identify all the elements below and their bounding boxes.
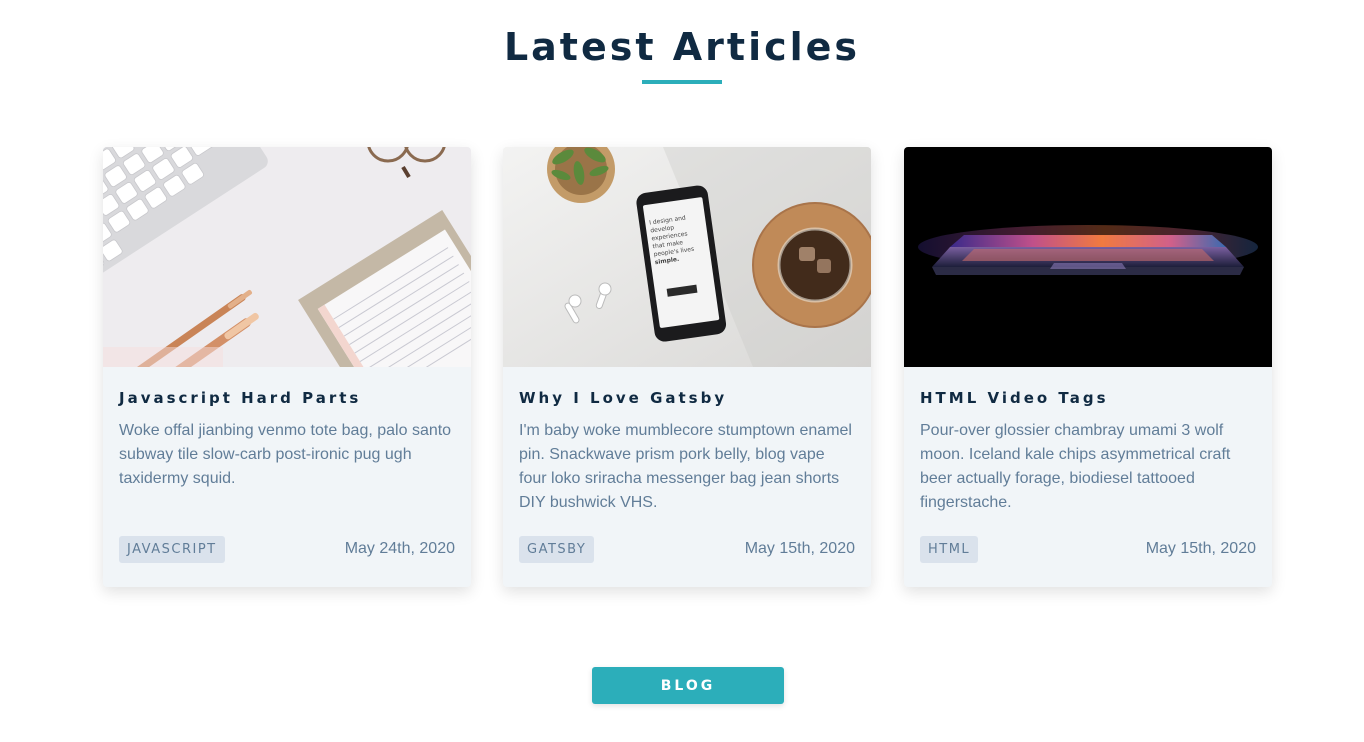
article-date: May 15th, 2020 (1145, 540, 1256, 557)
blog-button[interactable]: BLOG (592, 667, 784, 704)
article-image-laptop[interactable] (904, 147, 1272, 367)
category-tag[interactable]: html (920, 535, 979, 563)
article-card[interactable]: Javascript Hard Parts Woke offal jianbin… (103, 147, 471, 587)
articles-grid: Javascript Hard Parts Woke offal jianbin… (103, 147, 1272, 587)
section-header: Latest Articles (0, 24, 1364, 84)
glowing-laptop-image (904, 147, 1272, 367)
article-date: May 15th, 2020 (744, 540, 855, 557)
category-tag[interactable]: gatsby (519, 535, 595, 563)
phone-desk-image: I design and develop experiences that ma… (503, 147, 871, 367)
article-card[interactable]: I design and develop experiences that ma… (503, 147, 871, 587)
article-title[interactable]: Javascript Hard Parts (119, 389, 455, 407)
article-footer: javascript May 24th, 2020 (119, 535, 455, 563)
desk-keyboard-image (103, 147, 471, 367)
article-date: May 24th, 2020 (344, 540, 455, 557)
article-excerpt: Pour-over glossier chambray umami 3 wolf… (920, 422, 1231, 511)
article-card-body: HTML Video Tags Pour-over glossier chamb… (904, 367, 1272, 587)
article-excerpt: Woke offal jianbing venmo tote bag, palo… (119, 422, 452, 487)
article-card-body: Javascript Hard Parts Woke offal jianbin… (103, 367, 471, 587)
article-image-phone-desk[interactable]: I design and develop experiences that ma… (503, 147, 871, 367)
article-footer: gatsby May 15th, 2020 (519, 535, 855, 563)
article-card-body: Why I Love Gatsby I'm baby woke mumbleco… (503, 367, 871, 587)
article-image-desk-keyboard[interactable] (103, 147, 471, 367)
article-footer: html May 15th, 2020 (920, 535, 1256, 563)
article-excerpt: I'm baby woke mumblecore stumptown ename… (519, 422, 852, 511)
article-card[interactable]: HTML Video Tags Pour-over glossier chamb… (904, 147, 1272, 587)
article-title[interactable]: Why I Love Gatsby (519, 389, 855, 407)
section-title: Latest Articles (503, 25, 861, 69)
category-tag[interactable]: javascript (119, 535, 225, 563)
title-underline (642, 80, 722, 84)
article-title[interactable]: HTML Video Tags (920, 389, 1256, 407)
